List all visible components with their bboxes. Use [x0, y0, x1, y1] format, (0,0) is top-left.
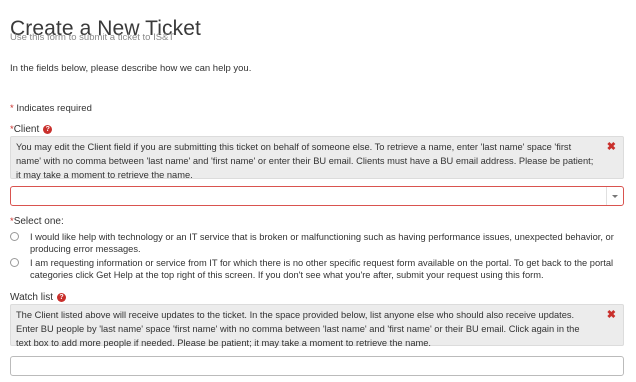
client-select[interactable] [10, 186, 624, 206]
client-label: *Client? [10, 124, 53, 135]
watch-list-label: Watch list? [10, 292, 66, 303]
required-note: * Indicates required [10, 103, 92, 114]
watch-list-label-text: Watch list [10, 292, 53, 303]
client-info-box: You may edit the Client field if you are… [10, 136, 624, 180]
required-star: * [10, 103, 14, 114]
help-icon[interactable]: ? [43, 125, 53, 134]
help-icon[interactable]: ? [56, 293, 66, 302]
required-note-text: Indicates required [16, 103, 92, 114]
intro-text: In the fields below, please describe how… [10, 63, 252, 74]
radio-button[interactable] [10, 258, 19, 267]
radio-option-broken[interactable]: I would like help with technology or an … [10, 232, 630, 258]
radio-option-label: I would like help with technology or an … [30, 232, 614, 254]
radio-button[interactable] [10, 232, 19, 241]
page-subtitle: Use this form to submit a ticket to IS&T [10, 32, 175, 43]
watch-list-info-box: The Client listed above will receive upd… [10, 304, 624, 348]
watch-list-info-line2: Enter BU people by 'last name' space 'fi… [16, 324, 580, 348]
chevron-down-icon [612, 195, 618, 198]
watch-list-info-line1: The Client listed above will receive upd… [16, 310, 575, 320]
client-select-toggle[interactable] [606, 187, 623, 205]
select-one-label: *Select one: [10, 216, 64, 227]
select-one-label-text: Select one: [13, 216, 64, 227]
radio-option-label: I am requesting information or service f… [30, 258, 614, 280]
radio-option-request[interactable]: I am requesting information or service f… [10, 258, 630, 284]
close-icon[interactable]: ✖ [607, 140, 616, 154]
client-label-text: Client [13, 124, 40, 135]
watch-list-input[interactable] [10, 356, 624, 376]
client-info-text: You may edit the Client field if you are… [16, 142, 594, 180]
close-icon[interactable]: ✖ [607, 308, 616, 322]
